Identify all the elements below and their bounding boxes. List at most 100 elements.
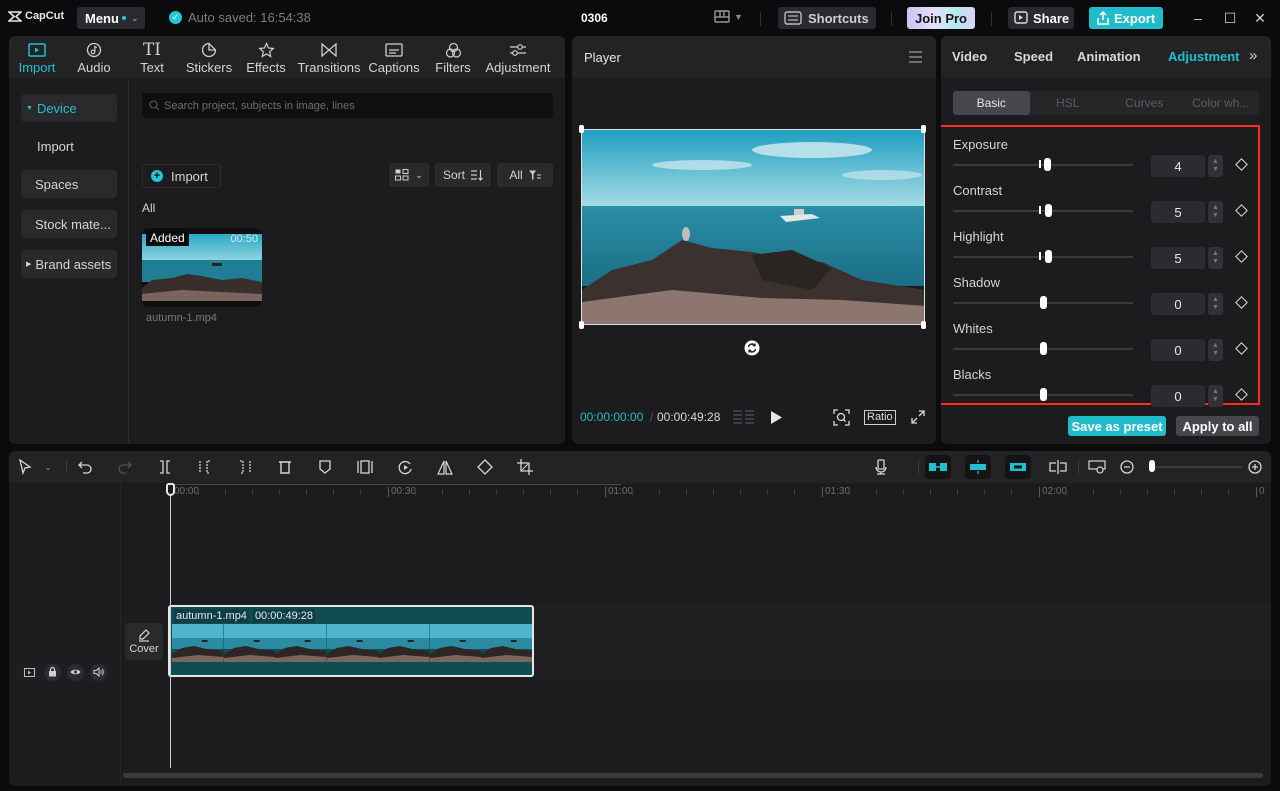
lock-icon[interactable] (44, 663, 61, 681)
subtab-basic[interactable]: Basic (953, 91, 1030, 115)
linkage-icon[interactable] (1005, 455, 1031, 479)
cover-button[interactable]: Cover (125, 623, 163, 660)
chevron-up-icon[interactable]: ▲ (1212, 388, 1219, 396)
filter-button[interactable]: All (497, 163, 553, 187)
redo-icon[interactable] (116, 458, 134, 476)
import-button[interactable]: + Import (142, 164, 221, 188)
value-stepper[interactable]: ▲ ▼ (1208, 385, 1223, 407)
rotate-icon[interactable] (744, 340, 760, 356)
rotate-clip-icon[interactable] (476, 458, 494, 476)
mirror-icon[interactable] (436, 458, 454, 476)
chevron-down-icon[interactable]: ▼ (1212, 396, 1219, 404)
tab-captions[interactable]: Captions (363, 36, 425, 78)
tab-speed[interactable]: Speed (1014, 49, 1053, 64)
keyframe-diamond-icon[interactable] (1235, 204, 1248, 217)
zoom-slider-thumb[interactable] (1149, 460, 1155, 472)
zoom-preview-icon[interactable] (833, 409, 850, 426)
menu-button[interactable]: Menu ⌄ (77, 7, 145, 29)
subtab-hsl[interactable]: HSL (1030, 91, 1107, 115)
maximize-icon[interactable]: ☐ (1222, 10, 1238, 27)
split-icon[interactable] (156, 458, 174, 476)
adjustment-value-input[interactable]: 0 (1151, 293, 1205, 315)
delete-icon[interactable] (276, 458, 294, 476)
adjustment-slider-thumb[interactable] (1040, 296, 1047, 309)
preview-axis-icon[interactable] (1049, 458, 1067, 476)
subtab-curves[interactable]: Curves (1106, 91, 1183, 115)
sidebar-item-brand-assets[interactable]: ▶ Brand assets (21, 250, 117, 278)
keyframe-diamond-icon[interactable] (1235, 296, 1248, 309)
reverse-icon[interactable] (396, 458, 414, 476)
freeze-frame-icon[interactable] (356, 458, 374, 476)
timeline-ruler-icon[interactable] (1088, 458, 1106, 476)
tab-effects[interactable]: Effects (237, 36, 295, 78)
adjustment-slider-thumb[interactable] (1045, 250, 1052, 263)
subtab-color-wheel[interactable]: Color wh... (1183, 91, 1260, 115)
playhead-line[interactable] (170, 483, 171, 768)
save-as-preset-button[interactable]: Save as preset (1068, 416, 1166, 436)
value-stepper[interactable]: ▲ ▼ (1208, 201, 1223, 223)
playhead-handle[interactable] (166, 483, 175, 496)
adjustment-slider-thumb[interactable] (1044, 158, 1051, 171)
fullscreen-icon[interactable] (911, 410, 925, 424)
undo-icon[interactable] (76, 458, 94, 476)
timeline-clip[interactable]: autumn-1.mp4 00:00:49:28 (168, 605, 534, 677)
video-track-icon[interactable] (21, 664, 38, 681)
sidebar-item-spaces[interactable]: Spaces (21, 170, 117, 198)
adjustment-value-input[interactable]: 5 (1151, 201, 1205, 223)
microphone-icon[interactable] (872, 458, 890, 476)
crop-icon[interactable] (516, 458, 534, 476)
adjustment-value-input[interactable]: 4 (1151, 155, 1205, 177)
tab-video[interactable]: Video (952, 49, 987, 64)
chevron-up-icon[interactable]: ▲ (1212, 250, 1219, 258)
zoom-in-icon[interactable] (1246, 458, 1264, 476)
chevron-up-icon[interactable]: ▲ (1212, 342, 1219, 350)
chevron-up-icon[interactable]: ▲ (1212, 158, 1219, 166)
adjustment-slider-track[interactable] (953, 164, 1133, 166)
chevron-down-icon[interactable]: ▼ (1212, 350, 1219, 358)
main-track-magnet-icon[interactable] (925, 455, 951, 479)
tab-text[interactable]: TI Text (123, 36, 181, 78)
share-button[interactable]: Share (1008, 7, 1074, 29)
ratio-button[interactable]: Ratio (864, 410, 896, 425)
video-preview[interactable] (581, 129, 925, 325)
auto-snap-icon[interactable] (965, 455, 991, 479)
tab-filters[interactable]: Filters (425, 36, 481, 78)
tab-import[interactable]: Import (9, 36, 65, 78)
adjustment-slider-track[interactable] (953, 256, 1133, 258)
zoom-slider-track[interactable] (1150, 466, 1242, 468)
more-tabs-icon[interactable]: » (1249, 47, 1257, 64)
adjustment-value-input[interactable]: 0 (1151, 339, 1205, 361)
apply-to-all-button[interactable]: Apply to all (1176, 416, 1259, 436)
keyframe-diamond-icon[interactable] (1235, 250, 1248, 263)
resize-handle[interactable] (921, 321, 926, 329)
tab-stickers[interactable]: Stickers (181, 36, 237, 78)
eye-icon[interactable] (67, 663, 84, 681)
sidebar-item-device[interactable]: ▼ Device (21, 94, 117, 122)
resize-handle[interactable] (579, 321, 584, 329)
resize-handle[interactable] (921, 125, 926, 133)
timeline-ruler[interactable]: 00:00 00:30 01:00 01:30 02:00 0 (121, 483, 1271, 503)
join-pro-button[interactable]: Join Pro (907, 7, 975, 29)
chevron-down-icon[interactable]: ⌄ (39, 458, 57, 476)
chevron-up-icon[interactable]: ▲ (1212, 296, 1219, 304)
search-input[interactable]: Search project, subjects in image, lines (142, 93, 553, 118)
value-stepper[interactable]: ▲ ▼ (1208, 247, 1223, 269)
play-icon[interactable] (771, 411, 782, 424)
view-mode-button[interactable]: ⌄ (389, 163, 429, 187)
keyframe-diamond-icon[interactable] (1235, 342, 1248, 355)
marker-icon[interactable] (316, 458, 334, 476)
export-button[interactable]: Export (1089, 7, 1163, 29)
delete-left-icon[interactable] (196, 458, 214, 476)
hamburger-menu-icon[interactable] (909, 51, 922, 66)
tab-adjustment[interactable]: Adjustment (1168, 49, 1240, 64)
keyframe-diamond-icon[interactable] (1235, 158, 1248, 171)
shortcuts-button[interactable]: Shortcuts (778, 7, 876, 29)
value-stepper[interactable]: ▲ ▼ (1208, 155, 1223, 177)
delete-right-icon[interactable] (236, 458, 254, 476)
tab-transitions[interactable]: Transitions (295, 36, 363, 78)
resize-handle[interactable] (579, 125, 584, 133)
value-stepper[interactable]: ▲ ▼ (1208, 293, 1223, 315)
select-tool-icon[interactable] (16, 458, 34, 476)
chevron-down-icon[interactable]: ▼ (1212, 212, 1219, 220)
media-item-thumbnail[interactable]: Added 00:50 (142, 228, 262, 307)
